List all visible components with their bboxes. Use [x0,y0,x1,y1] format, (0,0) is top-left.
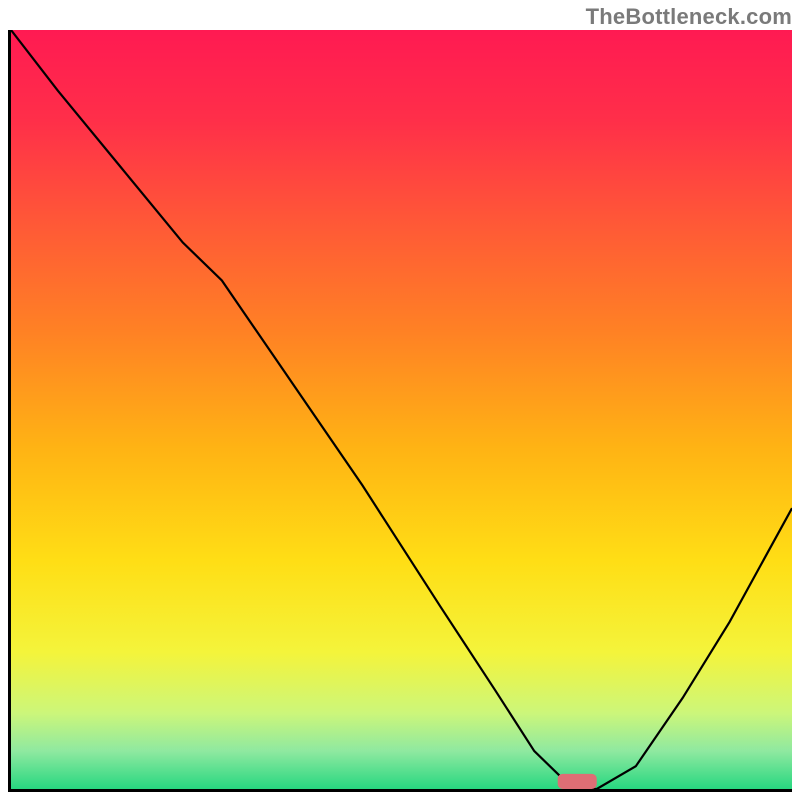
chart-stage: TheBottleneck.com [0,0,800,800]
watermark-text: TheBottleneck.com [586,4,792,30]
chart-svg [11,30,792,789]
gradient-background [11,30,792,789]
plot-area [8,30,792,792]
optimal-marker [558,774,597,789]
